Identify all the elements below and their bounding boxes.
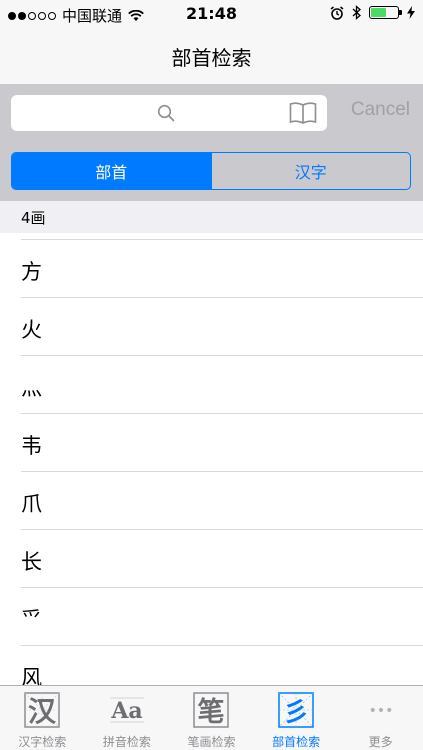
list-item-label: 灬 — [21, 376, 42, 400]
alarm-clock-icon — [330, 5, 344, 20]
tab-stroke-search[interactable]: 笔 笔画检索 — [169, 686, 254, 750]
tab-label: 汉字检索 — [18, 735, 67, 749]
more-icon: ••• — [368, 703, 393, 719]
cancel-button[interactable]: Cancel — [351, 99, 410, 121]
segmented-control: 部首 汉字 — [11, 152, 411, 190]
list-item-label: 长 — [21, 550, 42, 574]
tab-label: 笔画检索 — [187, 735, 236, 749]
list-item-label: 爫 — [21, 608, 42, 632]
tab-label: 拼音检索 — [102, 735, 151, 749]
radical-search-icon: 彡 — [278, 692, 314, 728]
stroke-search-glyph: 笔 — [198, 696, 225, 728]
list-item[interactable]: 方 — [21, 239, 423, 297]
pinyin-search-glyph: Aa — [110, 698, 142, 724]
more-glyph: ••• — [368, 703, 393, 719]
list-item[interactable]: 韦 — [21, 413, 423, 471]
radical-search-glyph: 彡 — [283, 698, 309, 728]
tab-radical-search[interactable]: 彡 部首检索 — [254, 686, 339, 750]
search-icon — [157, 104, 175, 122]
list-item-label: 火 — [21, 318, 42, 342]
tab-more[interactable]: ••• 更多 — [338, 686, 423, 750]
search-input[interactable] — [11, 95, 327, 131]
tab-character-search[interactable]: 汉 汉字检索 — [0, 686, 85, 750]
list-item[interactable]: 长 — [21, 529, 423, 587]
character-search-icon: 汉 — [24, 692, 61, 728]
tab-bar: 汉 汉字检索 Aa 拼音检索 笔 笔画检索 彡 部首检索 ••• 更多 — [0, 685, 423, 750]
tab-pinyin-search[interactable]: Aa 拼音检索 — [85, 686, 170, 750]
list-item[interactable]: 爪 — [21, 471, 423, 529]
bookmarks-icon[interactable] — [289, 102, 317, 124]
search-area: Cancel 部首 汉字 — [0, 85, 423, 201]
charging-bolt-icon — [407, 6, 415, 19]
tab-label: 更多 — [368, 735, 393, 749]
section-header: 4画 — [0, 201, 423, 233]
list-item[interactable]: 爫 — [21, 587, 423, 645]
list-item-label: 韦 — [21, 434, 42, 458]
radical-list: 方 火 灬 韦 爪 长 爫 风 — [0, 233, 423, 685]
list-item[interactable]: 风 — [21, 645, 423, 685]
pinyin-search-icon: Aa — [109, 697, 144, 724]
page-title: 部首检索 — [171, 46, 252, 70]
segment-character[interactable]: 汉字 — [210, 153, 411, 189]
stroke-search-icon: 笔 — [193, 692, 230, 728]
tab-label: 部首检索 — [272, 735, 321, 749]
navigation-bar: 部首检索 — [0, 28, 423, 85]
list-item-label: 风 — [21, 666, 42, 685]
character-search-glyph: 汉 — [28, 695, 57, 728]
bluetooth-icon — [352, 5, 361, 20]
status-right — [330, 5, 415, 20]
list-item-label: 方 — [21, 260, 42, 284]
list-item[interactable]: 火 — [21, 297, 423, 355]
list-item[interactable]: 灬 — [21, 355, 423, 413]
battery-icon — [369, 6, 402, 19]
section-header-label: 4画 — [21, 209, 46, 227]
segment-radical[interactable]: 部首 — [12, 153, 211, 189]
list-item-label: 爪 — [21, 492, 42, 516]
status-bar: 中国联通 21:48 — [0, 0, 423, 28]
